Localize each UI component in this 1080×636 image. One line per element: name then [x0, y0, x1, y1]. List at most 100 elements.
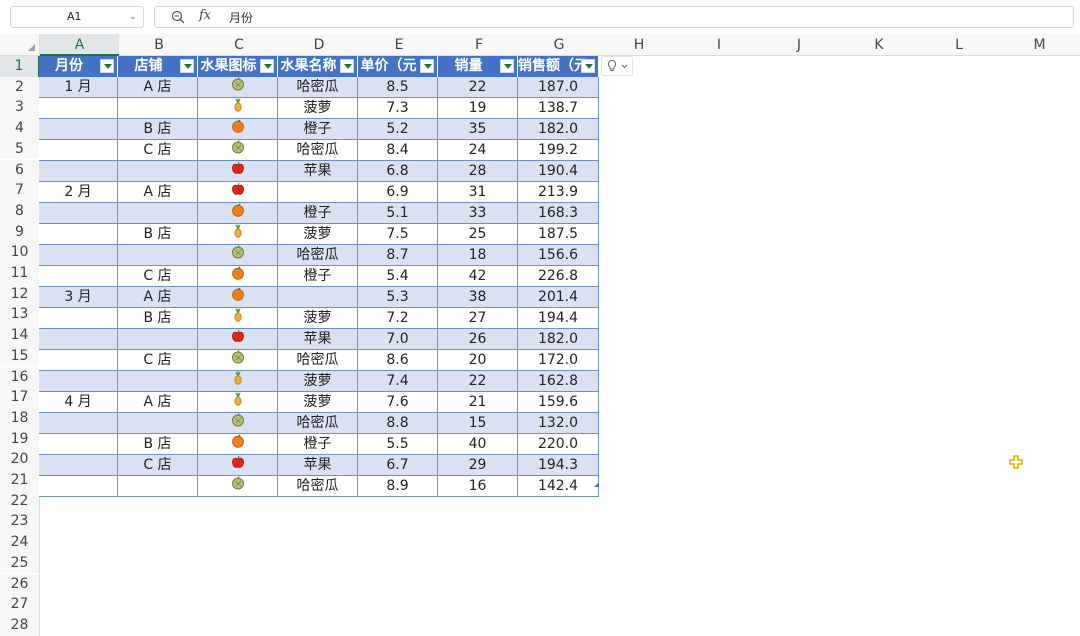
cell-month[interactable]	[39, 119, 118, 140]
row-header-13[interactable]: 13	[0, 304, 40, 326]
cell-fruit[interactable]: 橙子	[278, 203, 358, 224]
cell-fruit[interactable]: 哈密瓜	[278, 77, 358, 98]
cell-qty[interactable]: 21	[438, 392, 518, 413]
table-header-cell[interactable]: 销量	[438, 56, 518, 77]
row-header-14[interactable]: 14	[0, 325, 40, 346]
cell-month[interactable]	[39, 224, 118, 245]
cell-shop[interactable]: A 店	[118, 77, 198, 98]
column-header-c[interactable]: C	[199, 34, 279, 56]
column-header-a[interactable]: A	[40, 34, 119, 56]
cell-sales[interactable]: 187.0	[518, 77, 599, 98]
filter-dropdown-icon[interactable]	[180, 59, 194, 73]
table-header-cell[interactable]: 单价（元	[358, 56, 438, 77]
cell-icon[interactable]	[198, 287, 278, 308]
cell-month[interactable]	[39, 329, 118, 350]
zoom-icon[interactable]	[171, 10, 185, 24]
cell-month[interactable]	[39, 140, 118, 161]
cell-qty[interactable]: 38	[438, 287, 518, 308]
cell-fruit[interactable]	[278, 287, 358, 308]
column-header-e[interactable]: E	[359, 34, 439, 56]
cell-qty[interactable]: 40	[438, 434, 518, 455]
cell-fruit[interactable]: 菠萝	[278, 98, 358, 119]
cell-price[interactable]: 5.3	[358, 287, 438, 308]
cell-fruit[interactable]: 哈密瓜	[278, 350, 358, 371]
cell-sales[interactable]: 190.4	[518, 161, 599, 182]
filter-dropdown-icon[interactable]	[260, 59, 274, 73]
cell-shop[interactable]: C 店	[118, 350, 198, 371]
cell-shop[interactable]: B 店	[118, 434, 198, 455]
cell-icon[interactable]	[198, 203, 278, 224]
cell-qty[interactable]: 42	[438, 266, 518, 287]
cell-month[interactable]	[39, 434, 118, 455]
cell-icon[interactable]	[198, 329, 278, 350]
cell-price[interactable]: 8.7	[358, 245, 438, 266]
cell-fruit[interactable]	[278, 182, 358, 203]
cell-qty[interactable]: 31	[438, 182, 518, 203]
column-header-l[interactable]: L	[919, 34, 999, 56]
cell-shop[interactable]: B 店	[118, 224, 198, 245]
column-header-g[interactable]: G	[519, 34, 599, 56]
cell-month[interactable]: 2 月	[39, 182, 118, 203]
row-header-12[interactable]: 12	[0, 283, 40, 305]
cell-fruit[interactable]: 苹果	[278, 329, 358, 350]
cell-shop[interactable]: C 店	[118, 266, 198, 287]
cell-price[interactable]: 7.5	[358, 224, 438, 245]
cell-price[interactable]: 7.6	[358, 392, 438, 413]
cell-fruit[interactable]: 菠萝	[278, 392, 358, 413]
column-header-j[interactable]: J	[759, 34, 839, 56]
name-box[interactable]: A1 ⌄	[10, 6, 144, 28]
cell-qty[interactable]: 16	[438, 476, 518, 497]
cell-shop[interactable]	[118, 371, 198, 392]
cell-sales[interactable]: 226.8	[518, 266, 599, 287]
cell-month[interactable]: 4 月	[39, 392, 118, 413]
row-header-1[interactable]: 1	[0, 56, 40, 77]
cell-fruit[interactable]: 菠萝	[278, 224, 358, 245]
row-header-22[interactable]: 22	[0, 490, 40, 512]
cell-fruit[interactable]: 苹果	[278, 161, 358, 182]
cell-month[interactable]	[39, 245, 118, 266]
cell-icon[interactable]	[198, 77, 278, 98]
cell-qty[interactable]: 35	[438, 119, 518, 140]
cell-icon[interactable]	[198, 245, 278, 266]
cell-month[interactable]	[39, 98, 118, 119]
cell-price[interactable]: 5.1	[358, 203, 438, 224]
cell-sales[interactable]: 194.4	[518, 308, 599, 329]
cell-month[interactable]	[39, 350, 118, 371]
row-header-23[interactable]: 23	[0, 511, 40, 533]
row-header-18[interactable]: 18	[0, 407, 40, 429]
cell-sales[interactable]: 199.2	[518, 140, 599, 161]
cell-month[interactable]	[39, 308, 118, 329]
column-header-f[interactable]: F	[439, 34, 519, 56]
cell-shop[interactable]: A 店	[118, 392, 198, 413]
table-header-cell[interactable]: 月份	[39, 56, 118, 77]
cell-qty[interactable]: 22	[438, 77, 518, 98]
filter-dropdown-icon[interactable]	[581, 59, 595, 73]
row-header-28[interactable]: 28	[0, 614, 40, 636]
cell-shop[interactable]	[118, 161, 198, 182]
cell-shop[interactable]: C 店	[118, 140, 198, 161]
row-header-19[interactable]: 19	[0, 428, 40, 450]
cell-sales[interactable]: 201.4	[518, 287, 599, 308]
cell-month[interactable]	[39, 161, 118, 182]
cell-price[interactable]: 6.9	[358, 182, 438, 203]
cell-shop[interactable]: B 店	[118, 119, 198, 140]
cell-icon[interactable]	[198, 98, 278, 119]
cell-fruit[interactable]: 橙子	[278, 434, 358, 455]
cell-shop[interactable]: B 店	[118, 308, 198, 329]
cell-icon[interactable]	[198, 308, 278, 329]
cell-sales[interactable]: 187.5	[518, 224, 599, 245]
cell-icon[interactable]	[198, 455, 278, 476]
table-header-cell[interactable]: 销售额（元	[518, 56, 599, 77]
row-header-24[interactable]: 24	[0, 532, 40, 553]
cell-price[interactable]: 5.4	[358, 266, 438, 287]
cell-fruit[interactable]: 菠萝	[278, 308, 358, 329]
cell-qty[interactable]: 25	[438, 224, 518, 245]
cell-price[interactable]: 6.7	[358, 455, 438, 476]
row-header-11[interactable]: 11	[0, 263, 40, 284]
cell-shop[interactable]	[118, 245, 198, 266]
cell-fruit[interactable]: 哈密瓜	[278, 245, 358, 266]
cell-price[interactable]: 7.3	[358, 98, 438, 119]
row-header-5[interactable]: 5	[0, 138, 40, 160]
cell-fruit[interactable]: 橙子	[278, 266, 358, 287]
formula-text[interactable]: 月份	[229, 9, 253, 26]
